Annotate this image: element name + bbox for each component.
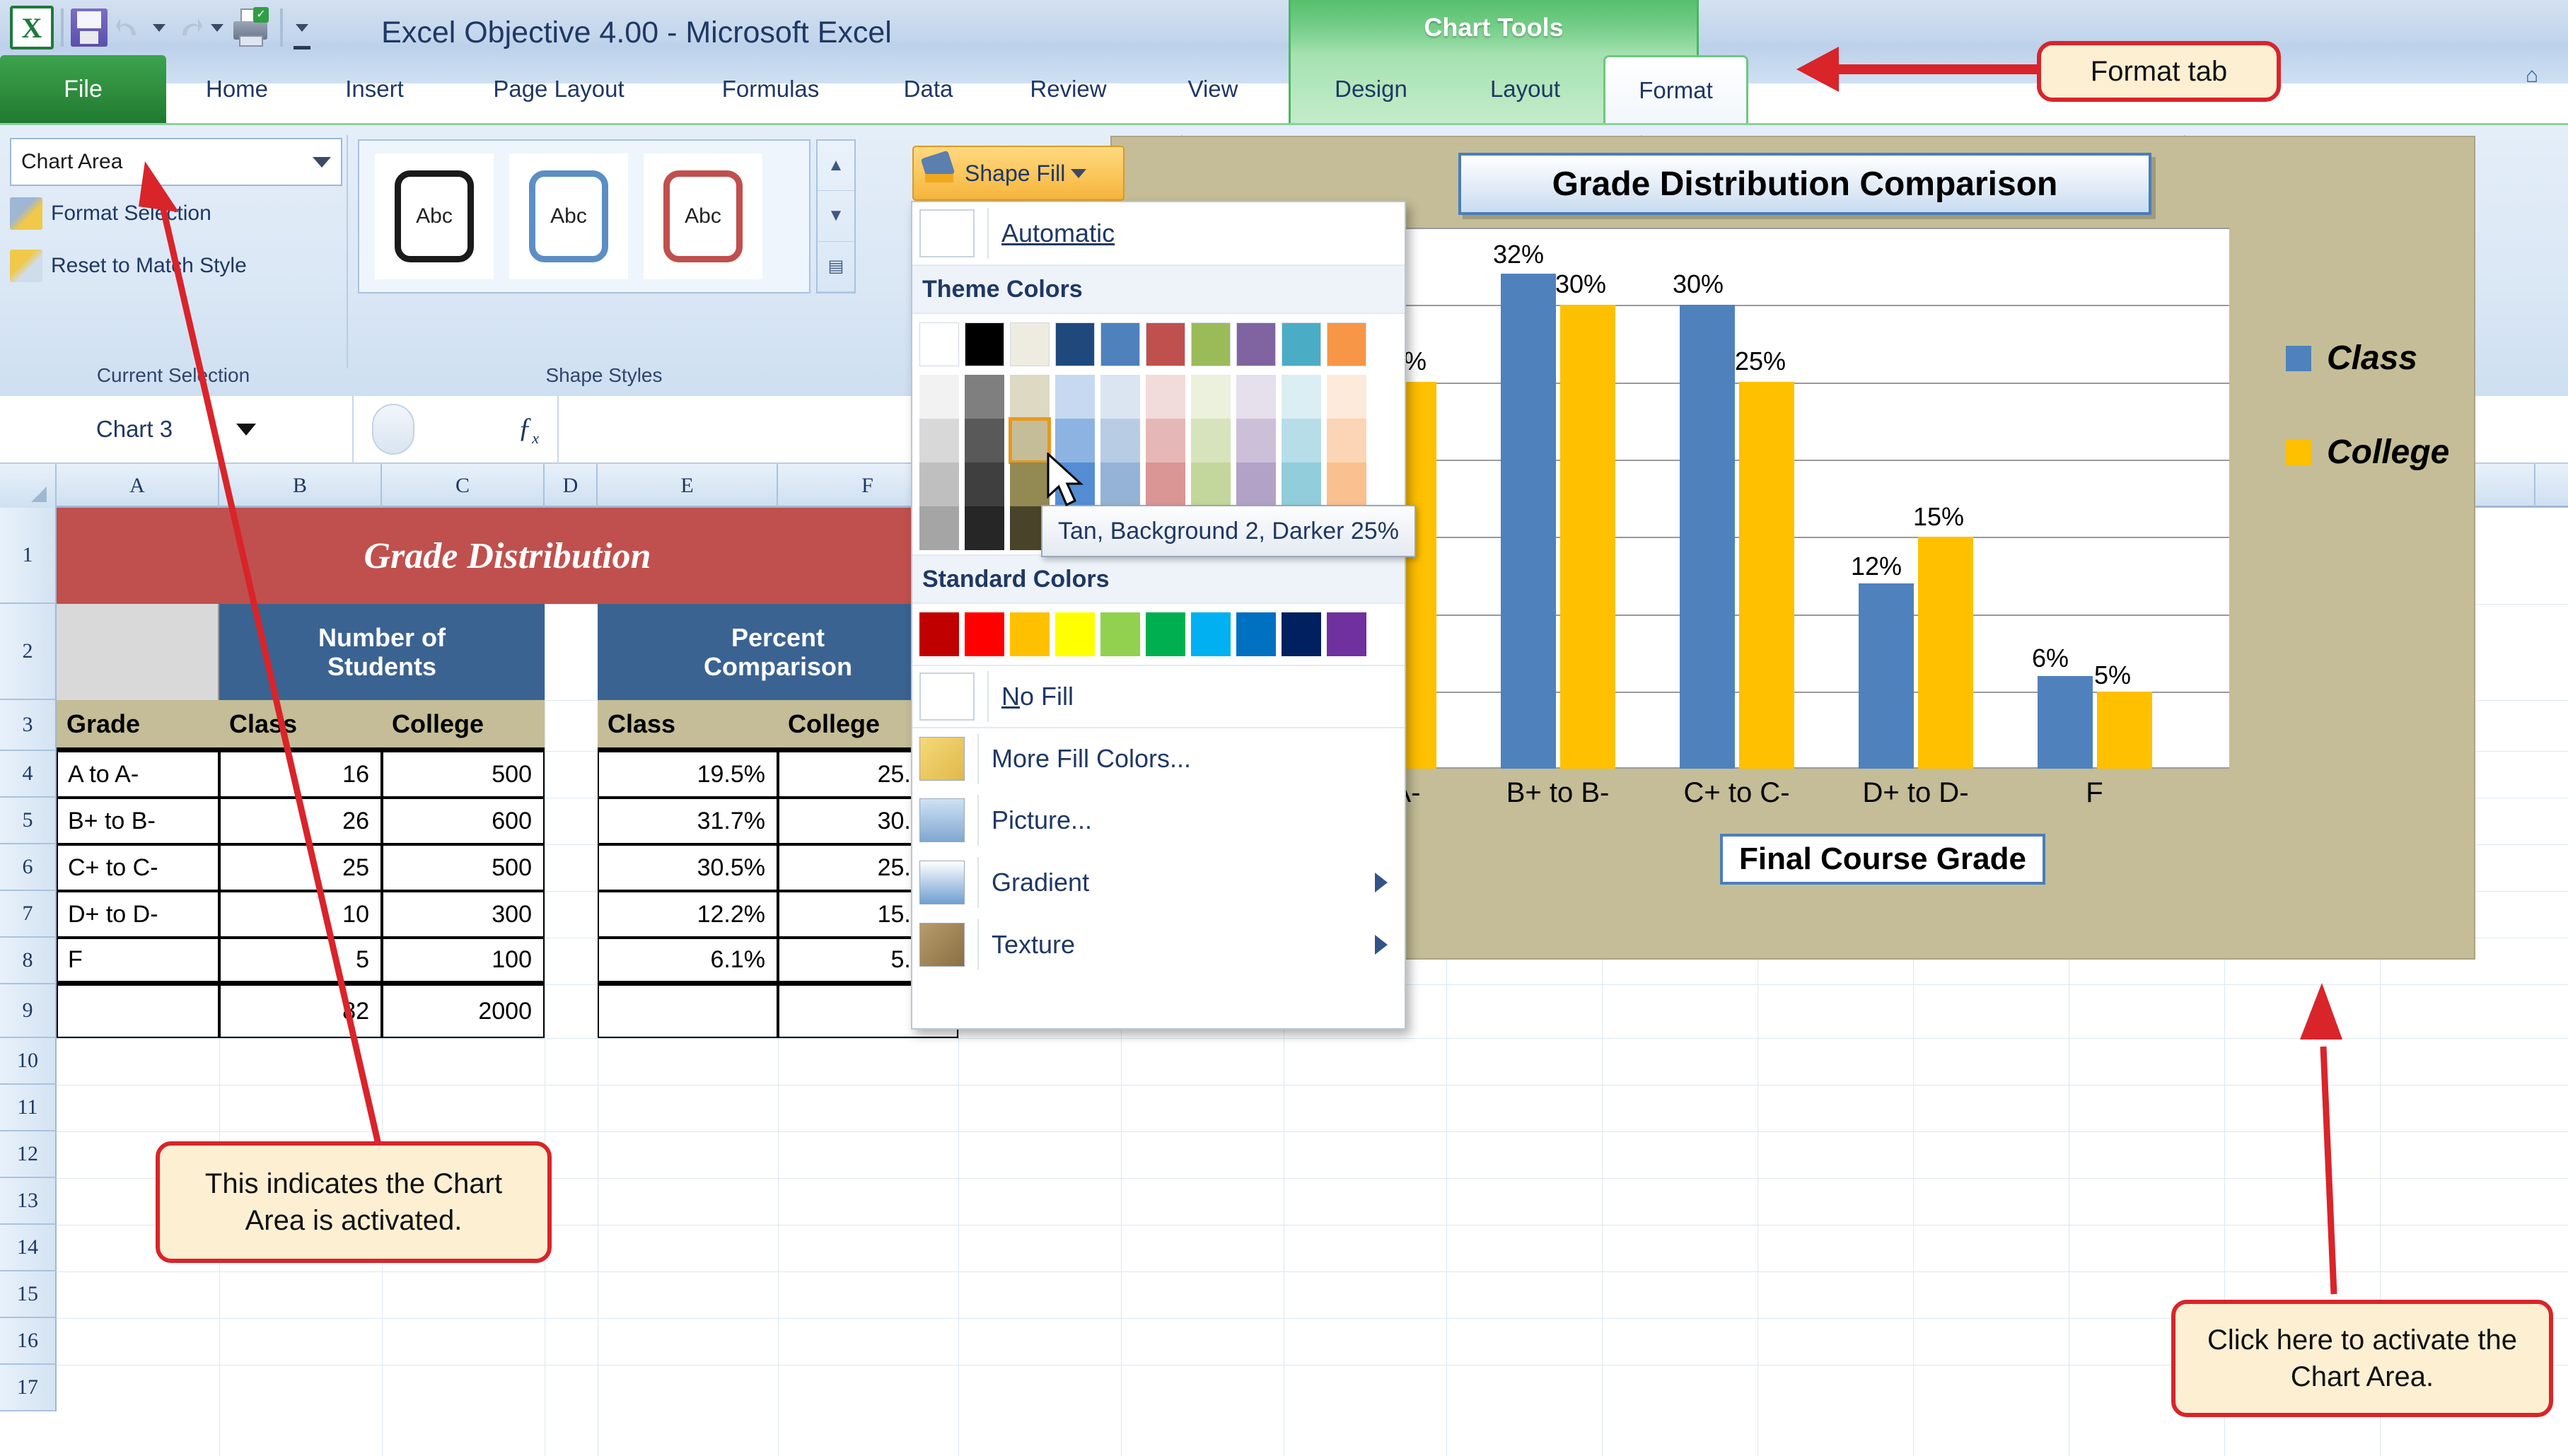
callout-format-tab: Format tab xyxy=(2037,41,2281,102)
callout-chart-area-activated: This indicates the Chart Area is activat… xyxy=(156,1141,552,1263)
callout-click-to-activate: Click here to activate the Chart Area. xyxy=(2171,1300,2553,1417)
